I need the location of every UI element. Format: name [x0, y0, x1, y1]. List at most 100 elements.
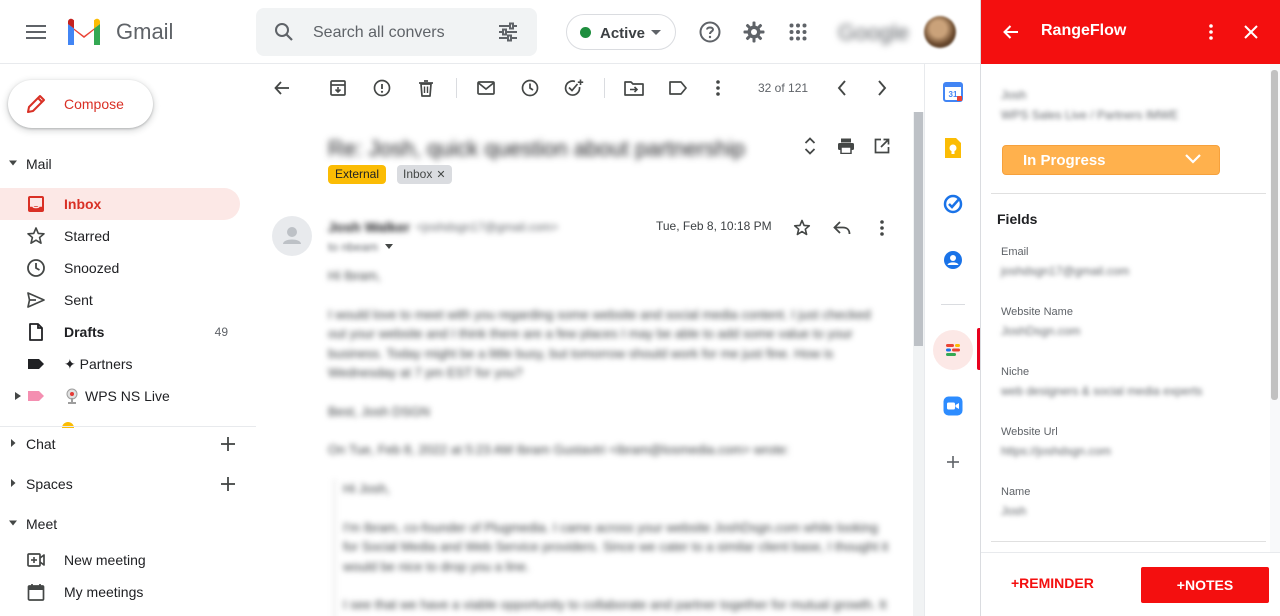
message-more-button[interactable] [868, 214, 896, 242]
tasks-app-button[interactable] [933, 184, 973, 224]
mark-unread-button[interactable] [472, 74, 500, 102]
google-keep-icon [945, 138, 961, 158]
deal-status-dropdown[interactable]: In Progress [1002, 145, 1220, 175]
delete-button[interactable] [412, 74, 440, 102]
panel-menu-button[interactable] [1199, 20, 1223, 44]
older-button[interactable] [868, 74, 896, 102]
message-paragraph: I would love to meet with you regarding … [328, 306, 871, 381]
archive-button[interactable] [324, 74, 352, 102]
nav-item-wps-ns-live[interactable]: WPS NS Live [0, 380, 240, 412]
search-bar[interactable]: Search all convers [256, 8, 537, 56]
caret-down-icon [651, 30, 661, 36]
field-email[interactable]: Email joshdsgn17@gmail.com [1001, 246, 1251, 278]
keep-app-button[interactable] [933, 128, 973, 168]
newer-button[interactable] [828, 74, 856, 102]
nav-item-starred[interactable]: Starred [0, 220, 240, 252]
snooze-button[interactable] [516, 74, 544, 102]
add-reminder-button[interactable]: +REMINDER [1011, 575, 1094, 591]
compose-button[interactable]: Compose [8, 80, 153, 128]
nav-label: New meeting [64, 552, 146, 568]
rail-divider [941, 304, 965, 305]
search-options-icon[interactable] [498, 22, 518, 42]
add-to-tasks-button[interactable] [560, 74, 588, 102]
mail-section-header[interactable]: Mail [0, 148, 256, 180]
search-input[interactable]: Search all convers [313, 24, 445, 42]
back-button[interactable] [268, 74, 296, 102]
gmail-wordmark: Gmail [116, 19, 174, 44]
settings-button[interactable] [734, 12, 774, 52]
contact-name: Josh [1001, 88, 1027, 102]
star-icon [793, 219, 811, 236]
main-menu-button[interactable] [16, 12, 56, 52]
contacts-app-button[interactable] [933, 240, 973, 280]
labels-button[interactable] [664, 74, 692, 102]
nav-item-partners[interactable]: ✦ Partners [0, 348, 240, 380]
chevron-down-icon [1185, 154, 1201, 164]
new-space-button[interactable] [214, 470, 242, 498]
nav-item-sent[interactable]: Sent [0, 284, 240, 316]
more-actions-button[interactable] [704, 74, 732, 102]
pink-label-icon [28, 391, 44, 401]
report-spam-button[interactable] [368, 74, 396, 102]
field-website-name[interactable]: Website Name JoshDsgn.com [1001, 306, 1251, 338]
move-to-button[interactable] [620, 74, 648, 102]
new-chat-button[interactable] [214, 430, 242, 458]
status-selector[interactable]: Active [566, 14, 676, 50]
calendar-app-button[interactable]: 31 [933, 72, 973, 112]
zoom-app-button[interactable] [933, 386, 973, 426]
more-vert-icon [880, 220, 884, 236]
field-label: Website Name [1001, 306, 1073, 318]
remove-label-icon[interactable]: ✕ [436, 169, 445, 181]
trash-icon [419, 80, 433, 97]
get-addons-button[interactable] [933, 442, 973, 482]
reply-button[interactable] [828, 214, 856, 242]
nav-label: Snoozed [64, 260, 120, 276]
nav-item-drafts[interactable]: Drafts 49 [0, 316, 240, 348]
label-chip-inbox[interactable]: Inbox ✕ [397, 165, 452, 184]
panel-scrollbar-thumb[interactable] [1271, 70, 1278, 400]
field-niche[interactable]: Niche web designers & social media exper… [1001, 366, 1251, 398]
nav-item-snoozed[interactable]: Snoozed [0, 252, 240, 284]
show-details-icon[interactable] [385, 244, 393, 249]
email-scrollbar-thumb[interactable] [914, 112, 923, 346]
field-value: https://joshdsgn.com [1001, 444, 1112, 458]
field-name[interactable]: Name Josh [1001, 486, 1251, 518]
nav-label: My meetings [64, 584, 144, 600]
caret-right-icon[interactable] [15, 392, 21, 400]
field-label: Name [1001, 486, 1031, 498]
open-in-new-icon [874, 138, 890, 154]
search-icon[interactable] [274, 22, 294, 42]
google-contacts-icon [944, 251, 962, 269]
nav-item-new-meeting[interactable]: New meeting [0, 544, 240, 576]
apps-button[interactable] [778, 12, 818, 52]
support-button[interactable] [690, 12, 730, 52]
nav-item-inbox[interactable]: Inbox [0, 188, 240, 220]
print-button[interactable] [832, 132, 860, 160]
contact-subtitle: WPS Sales Live / Partners IMWE [1001, 108, 1179, 122]
rangeflow-icon [946, 344, 960, 356]
meet-section-header[interactable]: Meet [0, 508, 256, 540]
quote-paragraph: Hi Josh, [343, 481, 390, 496]
nav-label: Starred [64, 228, 110, 244]
panel-body: Josh WPS Sales Live / Partners IMWE In P… [981, 64, 1271, 552]
star-button[interactable] [788, 214, 816, 242]
account-avatar[interactable] [924, 16, 956, 48]
open-new-window-button[interactable] [868, 132, 896, 160]
expand-all-button[interactable] [796, 132, 824, 160]
panel-back-button[interactable] [999, 20, 1023, 44]
more-vert-icon [716, 80, 720, 96]
panel-close-button[interactable] [1239, 20, 1263, 44]
drafts-count: 49 [214, 325, 228, 339]
gmail-logo-icon[interactable] [66, 18, 102, 46]
more-vert-icon [1209, 24, 1213, 40]
rangeflow-app-button[interactable] [933, 330, 973, 370]
pencil-icon [26, 94, 46, 114]
sender-avatar[interactable] [272, 216, 312, 256]
label-chip-external[interactable]: External [328, 165, 387, 184]
caret-down-icon [9, 520, 17, 526]
email-view: 32 of 121 Re: Josh, quick question about… [256, 64, 924, 616]
field-website-url[interactable]: Website Url https://joshdsgn.com [1001, 426, 1251, 458]
nav-item-my-meetings[interactable]: My meetings [0, 576, 240, 608]
add-notes-button[interactable]: +NOTES [1141, 567, 1269, 603]
help-icon [699, 21, 721, 43]
